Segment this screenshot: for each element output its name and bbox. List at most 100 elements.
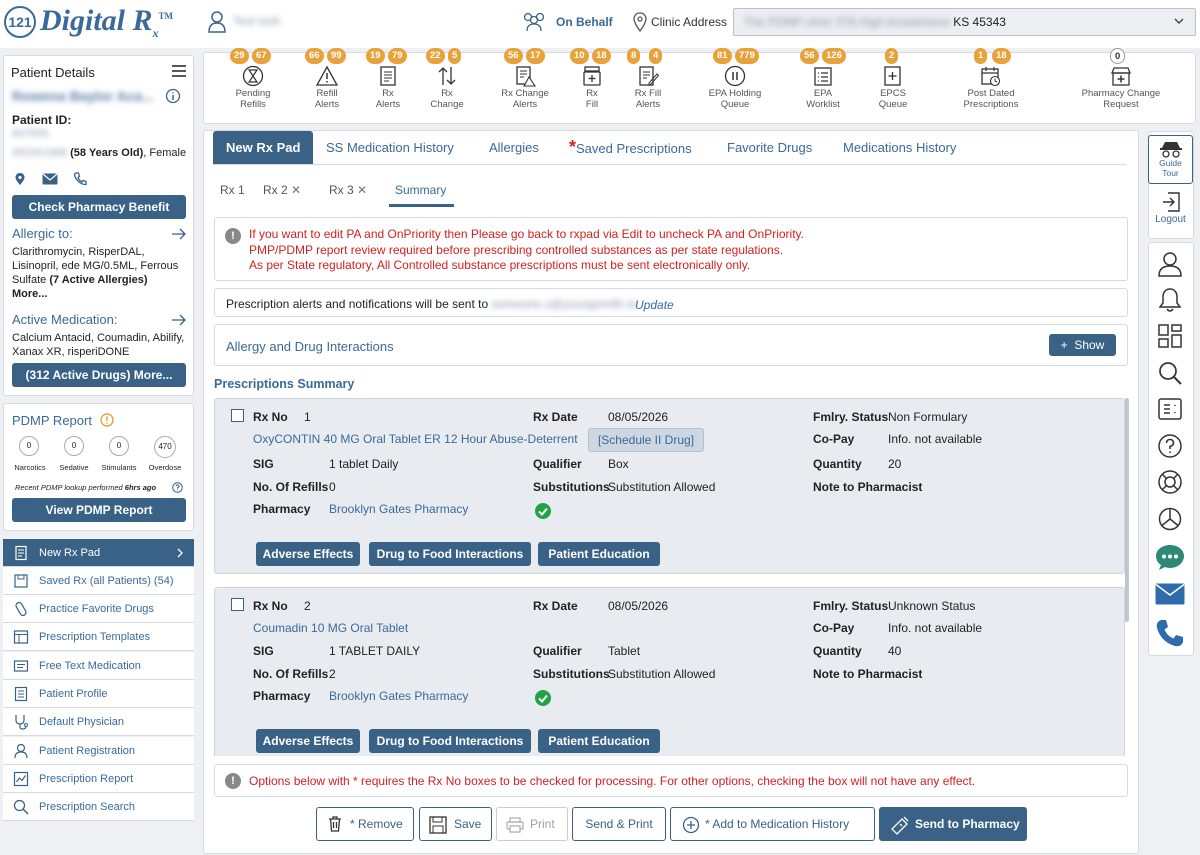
epcs-queue-button[interactable]: 2 EPCS Queue <box>858 48 928 118</box>
count-badge: 19 <box>366 48 385 64</box>
pending-refills-button[interactable]: 29 67 Pending Refills <box>218 48 288 118</box>
update-email-link[interactable]: Update <box>635 298 674 312</box>
profile-icon[interactable] <box>1157 251 1183 277</box>
view-pdmp-report-button[interactable]: View PDMP Report <box>12 498 186 522</box>
pharmacy-link[interactable]: Brooklyn Gates Pharmacy <box>329 502 468 516</box>
warning-triangle-icon <box>316 65 338 86</box>
adverse-effects-button[interactable]: Adverse Effects <box>256 542 360 566</box>
show-interactions-button[interactable]: + Show <box>1049 334 1116 356</box>
search-icon <box>13 799 29 815</box>
print-button[interactable]: Print <box>496 807 568 841</box>
rx-select-checkbox[interactable] <box>231 409 244 422</box>
pdmp-lookup-text: Recent PDMP lookup performed 6hrs ago <box>15 483 157 492</box>
allergies-more-link[interactable]: More... <box>12 288 47 300</box>
remove-button[interactable]: * Remove <box>316 807 414 841</box>
patient-name[interactable]: Rowena Baylor Aca... <box>12 88 154 104</box>
count-badge: 17 <box>526 48 545 64</box>
menu-prescription-search[interactable]: Prescription Search <box>3 793 194 821</box>
prescriptions-list[interactable]: Rx No 1 Rx Date 08/05/2026 Fmlry. Status… <box>214 397 1128 756</box>
rx-fill-alerts-button[interactable]: 84 Rx Fill Alerts <box>613 48 683 118</box>
tab-ss-medication-history[interactable]: SS Medication History <box>326 131 454 164</box>
phone-call-icon[interactable] <box>1155 618 1185 647</box>
epa-worklist-button[interactable]: 56 126 EPA Worklist <box>788 48 858 118</box>
mail-icon[interactable] <box>1155 583 1185 609</box>
email-icon[interactable] <box>42 173 58 185</box>
subtab-summary[interactable]: Summary <box>395 183 446 197</box>
send-and-print-button[interactable]: Send & Print <box>572 807 666 841</box>
help-icon[interactable] <box>172 482 183 493</box>
menu-practice-favorite-drugs[interactable]: Practice Favorite Drugs <box>3 595 194 623</box>
alert-messages-box: ! If you want to edit PA and OnPriority … <box>214 217 1128 281</box>
subtab-rx-1[interactable]: Rx 1 <box>220 183 245 197</box>
bell-icon[interactable] <box>1157 287 1183 313</box>
active-drugs-more-button[interactable]: (312 Active Drugs) More... <box>12 363 186 387</box>
search-icon[interactable] <box>1157 360 1183 386</box>
hamburger-menu-icon[interactable] <box>171 64 187 78</box>
tab-medications-history[interactable]: Medications History <box>843 131 956 164</box>
pill-icon <box>15 601 27 617</box>
drug-food-interactions-button[interactable]: Drug to Food Interactions <box>369 542 531 566</box>
clinic-address-select[interactable]: The PDMP clinic 378 High broadmeow KS 45… <box>733 8 1196 36</box>
rx-number: 2 <box>304 599 311 613</box>
patient-education-button[interactable]: Patient Education <box>538 542 660 566</box>
stimulants-label: Stimulants <box>101 463 137 472</box>
post-dated-prescriptions-button[interactable]: 1 18 Post Dated Prescriptions <box>956 48 1026 118</box>
guide-tour-button[interactable]: Guide Tour <box>1148 135 1193 184</box>
save-button[interactable]: Save <box>419 807 492 841</box>
arrow-right-icon[interactable] <box>171 227 187 241</box>
patient-education-button[interactable]: Patient Education <box>538 729 660 753</box>
phone-icon[interactable] <box>73 172 87 186</box>
count-badge: 4 <box>649 48 663 64</box>
add-to-medication-history-button[interactable]: * Add to Medication History <box>670 807 875 841</box>
help-icon[interactable] <box>1157 433 1183 459</box>
close-icon: ✕ <box>357 183 368 197</box>
pharmacy-change-request-button[interactable]: 0 Pharmacy Change Request <box>1076 48 1166 118</box>
epa-holding-queue-button[interactable]: 81 779 EPA Holding Queue <box>700 48 770 118</box>
menu-free-text-medication[interactable]: Free Text Medication <box>3 652 194 680</box>
menu-prescription-report[interactable]: Prescription Report <box>3 765 194 793</box>
adverse-effects-button[interactable]: Adverse Effects <box>256 729 360 753</box>
document-alert-icon <box>516 66 536 87</box>
drug-food-interactions-button[interactable]: Drug to Food Interactions <box>369 729 531 753</box>
menu-saved-rx[interactable]: Saved Rx (all Patients) (54) <box>3 567 194 595</box>
rx-select-checkbox[interactable] <box>231 598 244 611</box>
app-logo[interactable]: Digital RxTM <box>40 4 173 41</box>
pie-chart-icon[interactable] <box>1157 506 1183 532</box>
map-pin-icon[interactable] <box>14 172 26 186</box>
options-note-box: ! Options below with * requires the Rx N… <box>214 764 1128 797</box>
menu-patient-registration[interactable]: Patient Registration <box>3 737 194 765</box>
tab-new-rx-pad[interactable]: New Rx Pad <box>213 131 314 164</box>
quick-label: Pharmacy Change Request <box>1081 88 1161 110</box>
arrow-right-icon[interactable] <box>171 313 187 327</box>
allergy-drug-interactions-box: Allergy and Drug Interactions + Show <box>214 324 1128 366</box>
drug-name-link[interactable]: OxyCONTIN 40 MG Oral Tablet ER 12 Hour A… <box>253 432 578 446</box>
menu-new-rx-pad[interactable]: New Rx Pad <box>3 539 194 567</box>
pharmacy-link[interactable]: Brooklyn Gates Pharmacy <box>329 689 468 703</box>
tab-saved-prescriptions[interactable]: *Saved Prescriptions <box>569 131 692 164</box>
logout-button[interactable]: Logout <box>1148 190 1193 232</box>
location-pin-icon <box>633 12 647 32</box>
lifebuoy-support-icon[interactable] <box>1157 469 1183 495</box>
subtab-rx-2[interactable]: Rx 2 ✕ <box>263 183 301 197</box>
summary-scrollbar[interactable] <box>1125 398 1129 622</box>
list-document-icon[interactable] <box>1157 396 1183 422</box>
active-medication-title: Active Medication: <box>12 312 118 327</box>
menu-prescription-templates[interactable]: Prescription Templates <box>3 623 194 651</box>
menu-patient-profile[interactable]: Patient Profile <box>3 680 194 708</box>
tab-allergies[interactable]: Allergies <box>489 131 539 164</box>
refill-alerts-button[interactable]: 66 99 Refill Alerts <box>292 48 362 118</box>
on-behalf-link[interactable]: On Behalf <box>556 15 613 29</box>
drug-name-link[interactable]: Coumadin 10 MG Oral Tablet <box>253 621 408 635</box>
rx-change-button[interactable]: 22 5 Rx Change <box>412 48 482 118</box>
subtab-rx-3[interactable]: Rx 3 ✕ <box>329 183 367 197</box>
tab-favorite-drugs[interactable]: Favorite Drugs <box>727 131 812 164</box>
quick-label: Refill Alerts <box>314 88 340 110</box>
send-to-pharmacy-button[interactable]: Send to Pharmacy <box>879 807 1027 841</box>
rx-change-alerts-button[interactable]: 56 17 Rx Change Alerts <box>490 48 560 118</box>
quick-label: Rx Change Alerts <box>501 88 549 110</box>
menu-default-physician[interactable]: Default Physician <box>3 708 194 736</box>
dashboard-grid-icon[interactable] <box>1157 323 1183 349</box>
chat-bubble-icon[interactable] <box>1155 543 1185 570</box>
info-icon[interactable] <box>165 88 181 104</box>
check-pharmacy-benefit-button[interactable]: Check Pharmacy Benefit <box>12 195 186 219</box>
